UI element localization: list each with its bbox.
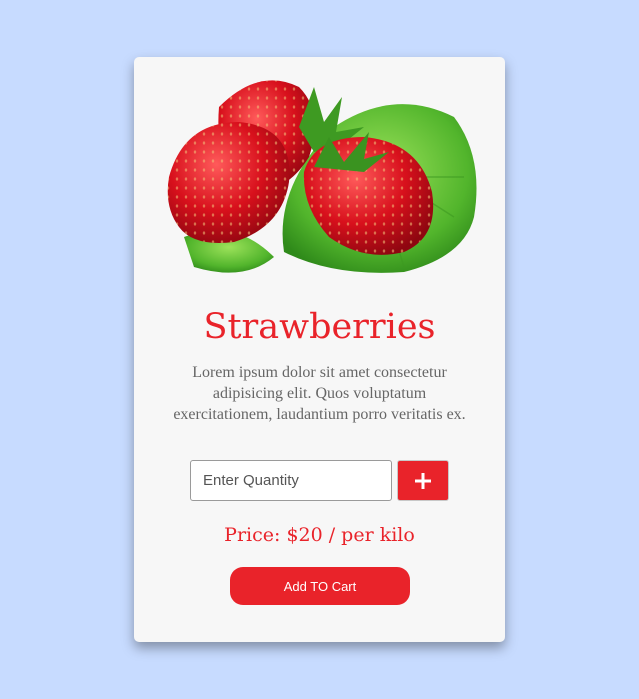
product-description: Lorem ipsum dolor sit amet consectetur a…: [173, 364, 466, 423]
product-image: [164, 67, 484, 282]
quantity-row: [190, 460, 449, 501]
plus-icon: [415, 472, 431, 489]
quantity-input[interactable]: [190, 460, 392, 501]
product-price: Price: $20 / per kilo: [224, 524, 415, 546]
add-to-cart-button[interactable]: Add TO Cart: [230, 567, 410, 605]
product-title: Strawberries: [203, 307, 436, 347]
product-card: Strawberries Lorem ipsum dolor sit amet …: [134, 57, 505, 642]
add-quantity-button[interactable]: [397, 460, 449, 501]
strawberries-image: [167, 80, 477, 273]
